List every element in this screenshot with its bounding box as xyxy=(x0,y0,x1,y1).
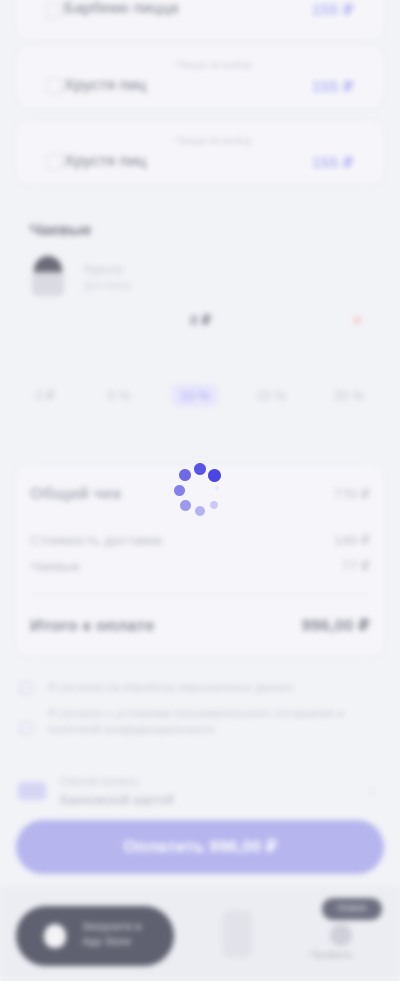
tip-option-3[interactable]: 15 % xyxy=(248,388,294,403)
payment-method-row[interactable]: Способ оплаты Банковской картой › xyxy=(16,766,384,812)
tip-option-1[interactable]: 5 % xyxy=(96,388,142,403)
list-item[interactable]: Пицца на выбор Хрустя пиц 155 ₽ xyxy=(16,46,384,108)
payment-method-value: Банковской картой xyxy=(60,792,174,807)
bottom-placeholder-icon xyxy=(222,910,252,958)
list-item[interactable]: Барбекю пицца 155 ₽ xyxy=(16,0,384,40)
item-price: 155 ₽ xyxy=(311,155,354,172)
apple-icon xyxy=(44,924,66,948)
loading-spinner xyxy=(172,463,228,517)
app-store-label: Загрузите в App Store xyxy=(82,921,142,948)
checkbox-icon xyxy=(46,3,62,19)
tip-option-4[interactable]: 20 % xyxy=(326,388,372,403)
tips-title: Чаевые xyxy=(30,222,92,239)
item-title: Барбекю пицца xyxy=(64,0,179,17)
chevron-right-icon: › xyxy=(369,782,374,798)
spinner-dot xyxy=(195,506,205,516)
item-note: Пицца на выбор xyxy=(176,60,252,71)
app-store-button[interactable]: Загрузите в App Store xyxy=(16,906,174,966)
spinner-dot xyxy=(174,485,185,496)
item-price: 155 ₽ xyxy=(311,2,354,19)
item-title: Хрустя пиц xyxy=(64,153,147,170)
tip-option-2[interactable]: 10 % xyxy=(172,384,218,407)
courier-role: Доставка xyxy=(84,280,132,292)
pay-button[interactable]: Оплатить 996,00 ₽ xyxy=(16,820,384,874)
spinner-dot xyxy=(179,469,191,481)
checkbox-icon xyxy=(46,78,62,94)
card-icon xyxy=(18,782,46,800)
summary-title: Общий чек xyxy=(30,484,122,503)
item-title: Хрустя пиц xyxy=(64,77,147,94)
delivery-cost-label: Стоимость доставки xyxy=(30,532,163,548)
tips-label: Чаевые xyxy=(30,558,81,574)
summary-title-value: 770 ₽ xyxy=(333,486,370,502)
new-badge: Новое xyxy=(322,898,382,920)
item-note: Пицца на выбор xyxy=(176,136,252,147)
checkbox-icon xyxy=(46,154,62,170)
tip-amount: 0 ₽ xyxy=(190,312,212,328)
total-value: 996,00 ₽ xyxy=(301,616,370,635)
consent-text: Я согласен с условиями пользовательского… xyxy=(48,708,344,736)
tip-option-0[interactable]: 0 ₽ xyxy=(22,388,68,404)
courier-name: Курьер xyxy=(84,262,124,276)
consent-text: Я согласен на обработку персональных дан… xyxy=(48,682,294,694)
spinner-dot xyxy=(180,500,191,511)
delivery-cost-value: 149 ₽ xyxy=(333,532,370,548)
profile-icon[interactable] xyxy=(330,924,352,946)
consent-checkbox[interactable] xyxy=(20,682,32,694)
spinner-dot xyxy=(194,463,206,475)
profile-label: Профиль xyxy=(310,950,354,961)
list-item[interactable]: Пицца на выбор Хрустя пиц 155 ₽ xyxy=(16,122,384,184)
courier-avatar xyxy=(30,256,66,296)
spinner-dot xyxy=(215,486,219,490)
item-price: 155 ₽ xyxy=(311,79,354,96)
clear-tip-icon[interactable]: ✕ xyxy=(352,313,363,329)
payment-method-title: Способ оплаты xyxy=(60,776,139,788)
total-label: Итого к оплате xyxy=(30,616,155,635)
spinner-dot xyxy=(208,469,221,482)
consent-checkbox[interactable] xyxy=(20,722,32,734)
tips-value: 77 ₽ xyxy=(341,558,370,574)
divider xyxy=(30,594,370,595)
spinner-dot xyxy=(210,501,218,509)
